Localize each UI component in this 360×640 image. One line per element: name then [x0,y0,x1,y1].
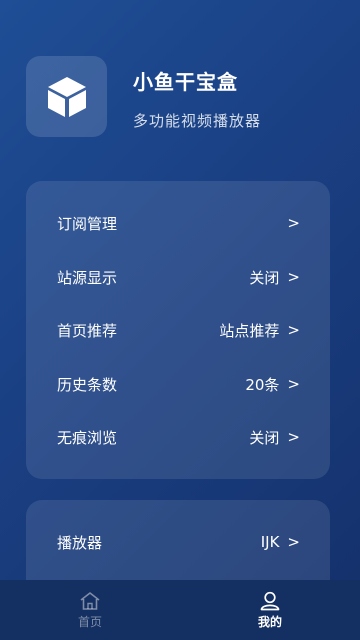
app-title: 小鱼干宝盒 [133,70,238,94]
home-icon [80,591,100,610]
app-subtitle: 多功能视频播放器 [133,112,262,130]
app-header: 小鱼干宝盒 多功能视频播放器 [26,56,336,140]
setting-row-subscription[interactable]: 订阅管理 > [26,196,330,250]
chevron-right-icon: > [287,375,300,393]
setting-label: 首页推荐 [57,321,118,340]
chevron-right-icon: > [287,533,300,551]
cube-icon [26,56,107,137]
setting-label: 历史条数 [57,375,118,394]
setting-row-player[interactable]: 播放器 IJK > [26,515,330,569]
chevron-right-icon: > [287,214,300,232]
setting-row-source-display[interactable]: 站源显示 关闭 > [26,250,330,304]
setting-label: 站源显示 [57,268,118,287]
nav-home-label: 首页 [77,614,102,629]
chevron-right-icon: > [287,321,300,339]
setting-value: 站点推荐 [219,321,280,340]
chevron-right-icon: > [287,268,300,286]
setting-value: 20条 [245,375,280,394]
setting-row-incognito[interactable]: 无痕浏览 关闭 > [26,410,330,464]
setting-row-home-recommend[interactable]: 首页推荐 站点推荐 > [26,303,330,357]
setting-value: 关闭 [249,268,280,287]
setting-row-history-count[interactable]: 历史条数 20条 > [26,357,330,411]
bottom-nav: 首页 我的 [0,580,360,640]
setting-label: 无痕浏览 [57,428,118,447]
settings-card: 订阅管理 > 站源显示 关闭 > 首页推荐 站点推荐 > 历史条数 20条 > … [26,181,330,479]
setting-label: 订阅管理 [57,214,118,233]
setting-value: IJK [260,533,280,551]
chevron-right-icon: > [287,428,300,446]
nav-home[interactable]: 首页 [0,580,180,640]
profile-icon [260,591,280,610]
nav-profile[interactable]: 我的 [180,580,360,640]
setting-value: 关闭 [249,428,280,447]
setting-label: 播放器 [57,533,103,552]
nav-profile-label: 我的 [257,614,282,629]
